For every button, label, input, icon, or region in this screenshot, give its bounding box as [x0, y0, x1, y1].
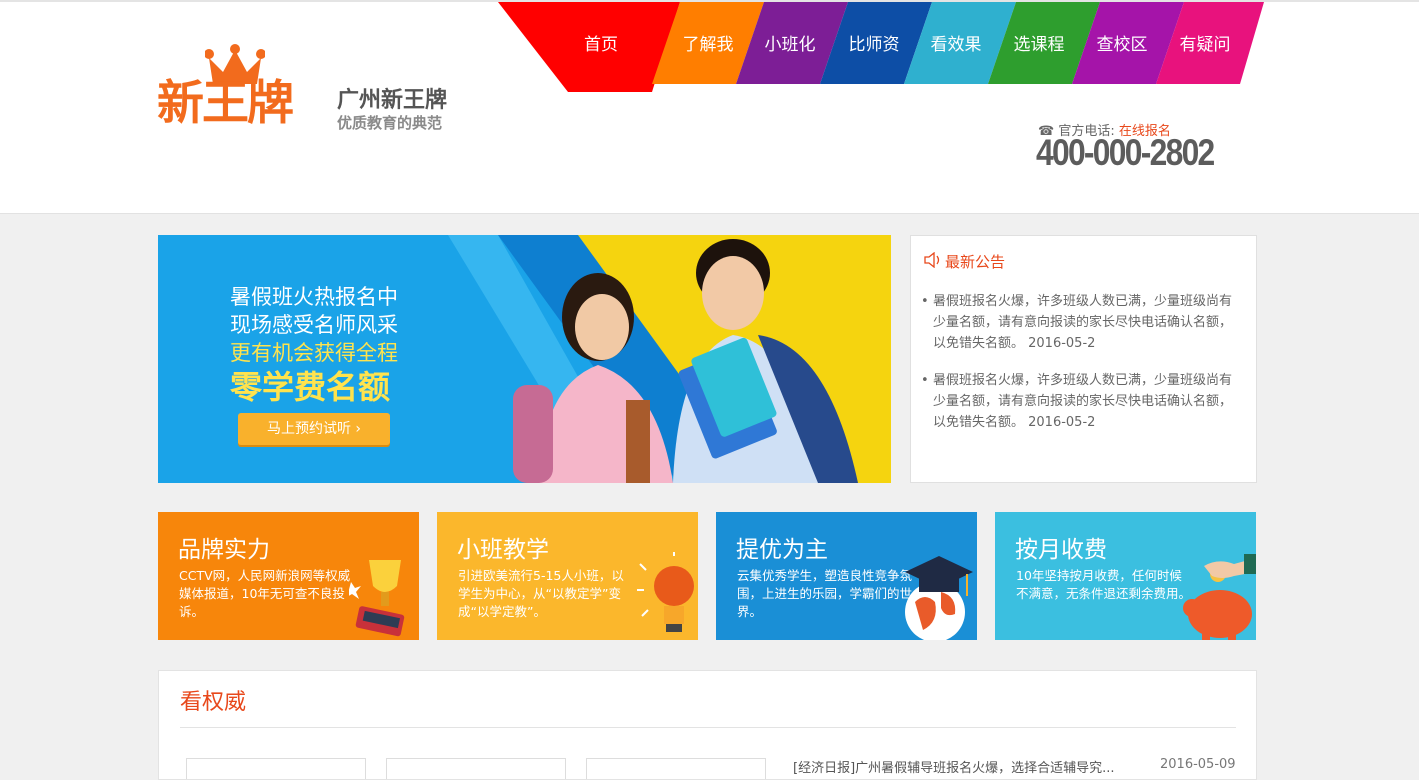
banner-line-4: 零学费名额 [230, 368, 391, 406]
bullet-icon: • [921, 294, 929, 309]
media-thumbnail[interactable] [586, 758, 766, 779]
feature-card-excellence[interactable]: 提优为主 云集优秀学生，塑造良性竞争氛围，上进生的乐园，学霸们的世界。 [716, 512, 977, 640]
brand-title: 广州新王牌 [337, 88, 448, 113]
hero-banner[interactable]: 暑假班火热报名中 现场感受名师风采 更有机会获得全程 零学费名额 马上预约试听 … [158, 235, 891, 483]
main-nav: 首页 了解我 小班化 比师资 看效果 选课程 查校区 有疑问 [498, 2, 1268, 97]
media-thumbnail[interactable] [386, 758, 566, 779]
brand-subtitle: 优质教育的典范 [337, 114, 443, 132]
graduation-cap-icon [905, 556, 973, 640]
nav-item[interactable]: 了解我 [668, 30, 748, 60]
notice-text: 暑假班报名火爆，许多班级人数已满，少量班级尚有少量名额，请有意向报读的家长尽快电… [933, 294, 1233, 351]
feature-card-monthly-fee[interactable]: 按月收费 10年坚持按月收费，任何时候不满意，无条件退还剩余费用。 [995, 512, 1256, 640]
notice-item[interactable]: • 暑假班报名火爆，许多班级人数已满，少量班级尚有少量名额，请有意向报读的家长尽… [921, 370, 1239, 433]
news-link[interactable]: [经济日报]广州暑假辅导班报名火爆，选择合适辅导究... [793, 757, 1115, 776]
logo[interactable]: 新王牌 [157, 44, 307, 134]
site-header: 新王牌 广州新王牌 优质教育的典范 首页 了解我 小班化 比师资 看效果 选课程 查校区 有疑… [0, 0, 1419, 214]
nav-item[interactable]: 有疑问 [1165, 30, 1245, 60]
notice-panel: 最新公告 • 暑假班报名火爆，许多班级人数已满，少量班级尚有少量名额，请有意向报… [910, 235, 1257, 483]
nav-item[interactable]: 看效果 [916, 30, 996, 60]
notice-item[interactable]: • 暑假班报名火爆，许多班级人数已满，少量班级尚有少量名额，请有意向报读的家长尽… [921, 291, 1239, 354]
trophy-icon [349, 560, 405, 637]
news-date: 2016-05-09 [1160, 757, 1236, 772]
nav-item[interactable]: 比师资 [834, 30, 914, 60]
piggy-bank-icon [1183, 554, 1256, 640]
feature-title: 小班教学 [457, 537, 549, 563]
feature-title: 提优为主 [736, 537, 828, 563]
notice-title: 最新公告 [945, 253, 1006, 271]
banner-line-2: 现场感受名师风采 [230, 313, 398, 337]
banner-copy: 暑假班火热报名中 现场感受名师风采 更有机会获得全程 零学费名额 [230, 283, 398, 407]
speaker-icon [924, 252, 940, 268]
notice-text: 暑假班报名火爆，许多班级人数已满，少量班级尚有少量名额，请有意向报读的家长尽快电… [933, 373, 1233, 430]
authority-section: 看权威 [经济日报]广州暑假辅导班报名火爆，选择合适辅导究... 2016-05… [158, 670, 1257, 780]
feature-desc: 云集优秀学生，塑造良性竞争氛围，上进生的乐园，学霸们的世界。 [737, 568, 913, 619]
book-trial-button[interactable]: 马上预约试听 › [238, 413, 390, 445]
section-title: 看权威 [180, 690, 247, 715]
media-thumbnail[interactable] [186, 758, 366, 779]
nav-item[interactable]: 选课程 [999, 30, 1079, 60]
feature-title: 按月收费 [1015, 537, 1107, 563]
feature-card-small-class[interactable]: 小班教学 引进欧美流行5-15人小班，以学生为中心，从“以教定学”变成“以学定教… [437, 512, 698, 640]
feature-desc: 引进欧美流行5-15人小班，以学生为中心，从“以教定学”变成“以学定教”。 [458, 568, 624, 619]
logo-text: 新王牌 [157, 76, 294, 131]
nav-item[interactable]: 查校区 [1082, 30, 1162, 60]
feature-desc: 10年坚持按月收费，任何时候不满意，无条件退还剩余费用。 [1016, 568, 1192, 601]
phone-number: 400-000-2802 [1036, 132, 1215, 173]
feature-title: 品牌实力 [178, 537, 270, 563]
banner-line-1: 暑假班火热报名中 [230, 285, 398, 309]
divider [180, 727, 1236, 728]
lightbulb-icon [637, 552, 694, 632]
feature-desc: CCTV网，人民网新浪网等权威媒体报道，10年无可查不良投诉。 [179, 568, 351, 619]
bullet-icon: • [921, 373, 929, 388]
nav-item[interactable]: 首页 [561, 30, 641, 60]
nav-item[interactable]: 小班化 [750, 30, 830, 60]
feature-card-brand[interactable]: 品牌实力 CCTV网，人民网新浪网等权威媒体报道，10年无可查不良投诉。 [158, 512, 419, 640]
banner-line-3: 更有机会获得全程 [230, 341, 398, 365]
